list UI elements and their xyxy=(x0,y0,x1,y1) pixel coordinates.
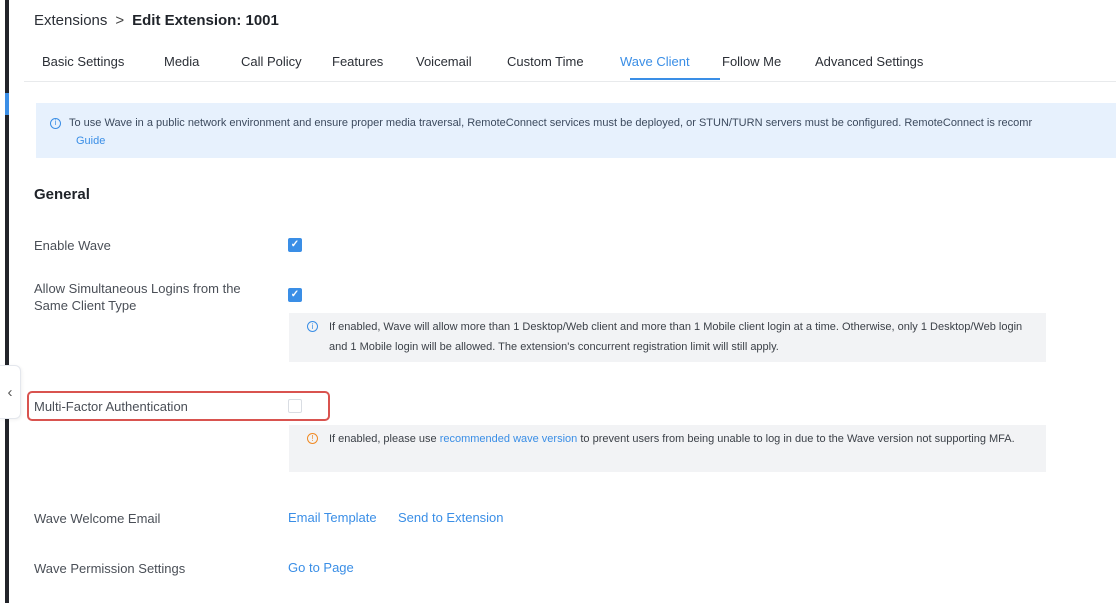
notice-text: To use Wave in a public network environm… xyxy=(69,117,1033,129)
warning-icon: ! xyxy=(307,433,318,444)
tab-media[interactable]: Media xyxy=(164,54,199,69)
mfa-hint-before: If enabled, please use xyxy=(329,433,437,445)
go-to-page-link[interactable]: Go to Page xyxy=(288,560,354,575)
mfa-hint-text: If enabled, please use recommended wave … xyxy=(329,429,1029,449)
tab-basic-settings[interactable]: Basic Settings xyxy=(42,54,124,69)
simultaneous-logins-label: Allow Simultaneous Logins from the Same … xyxy=(34,281,241,313)
mfa-label: Multi-Factor Authentication xyxy=(34,399,188,414)
permission-settings-label: Wave Permission Settings xyxy=(34,561,186,576)
recommended-wave-version-link[interactable]: recommended wave version xyxy=(440,433,578,445)
sidebar-active-indicator xyxy=(5,93,9,115)
enable-wave-checkbox[interactable]: ✓ xyxy=(288,238,302,252)
mfa-hint: ! If enabled, please use recommended wav… xyxy=(289,425,1046,472)
welcome-email-label: Wave Welcome Email xyxy=(34,511,161,526)
send-to-extension-link[interactable]: Send to Extension xyxy=(398,510,504,525)
collapse-sidebar-button[interactable]: ‹ xyxy=(0,365,21,419)
checkmark-icon: ✓ xyxy=(290,239,300,250)
tab-wave-client[interactable]: Wave Client xyxy=(620,54,690,69)
breadcrumb-parent[interactable]: Extensions xyxy=(34,12,107,29)
chevron-left-icon: ‹ xyxy=(7,383,13,401)
tab-features[interactable]: Features xyxy=(332,54,383,69)
tab-custom-time[interactable]: Custom Time xyxy=(507,54,584,69)
info-icon: i xyxy=(307,321,318,332)
email-template-link[interactable]: Email Template xyxy=(288,510,377,525)
info-icon: i xyxy=(50,117,61,129)
mfa-checkbox[interactable] xyxy=(288,399,302,413)
active-tab-underline xyxy=(630,78,720,80)
simultaneous-logins-checkbox[interactable]: ✓ xyxy=(288,288,302,302)
guide-link[interactable]: Guide xyxy=(76,132,1116,150)
mfa-hint-after: to prevent users from being unable to lo… xyxy=(580,433,1015,445)
checkmark-icon: ✓ xyxy=(290,289,300,300)
simultaneous-logins-hint-text: If enabled, Wave will allow more than 1 … xyxy=(329,321,1023,353)
left-sidebar-edge xyxy=(0,0,9,603)
info-notice: i To use Wave in a public network environ… xyxy=(36,103,1116,158)
tab-bar: Basic Settings Media Call Policy Feature… xyxy=(24,44,1116,82)
section-title-general: General xyxy=(34,186,90,203)
simultaneous-logins-hint: i If enabled, Wave will allow more than … xyxy=(289,313,1046,362)
tab-call-policy[interactable]: Call Policy xyxy=(241,54,302,69)
tab-voicemail[interactable]: Voicemail xyxy=(416,54,472,69)
breadcrumb-current: Edit Extension: 1001 xyxy=(132,12,279,29)
breadcrumb-separator: > xyxy=(115,12,125,29)
enable-wave-label: Enable Wave xyxy=(34,238,111,253)
breadcrumb: Extensions > Edit Extension: 1001 xyxy=(34,12,279,29)
tab-follow-me[interactable]: Follow Me xyxy=(722,54,781,69)
tab-advanced-settings[interactable]: Advanced Settings xyxy=(815,54,923,69)
